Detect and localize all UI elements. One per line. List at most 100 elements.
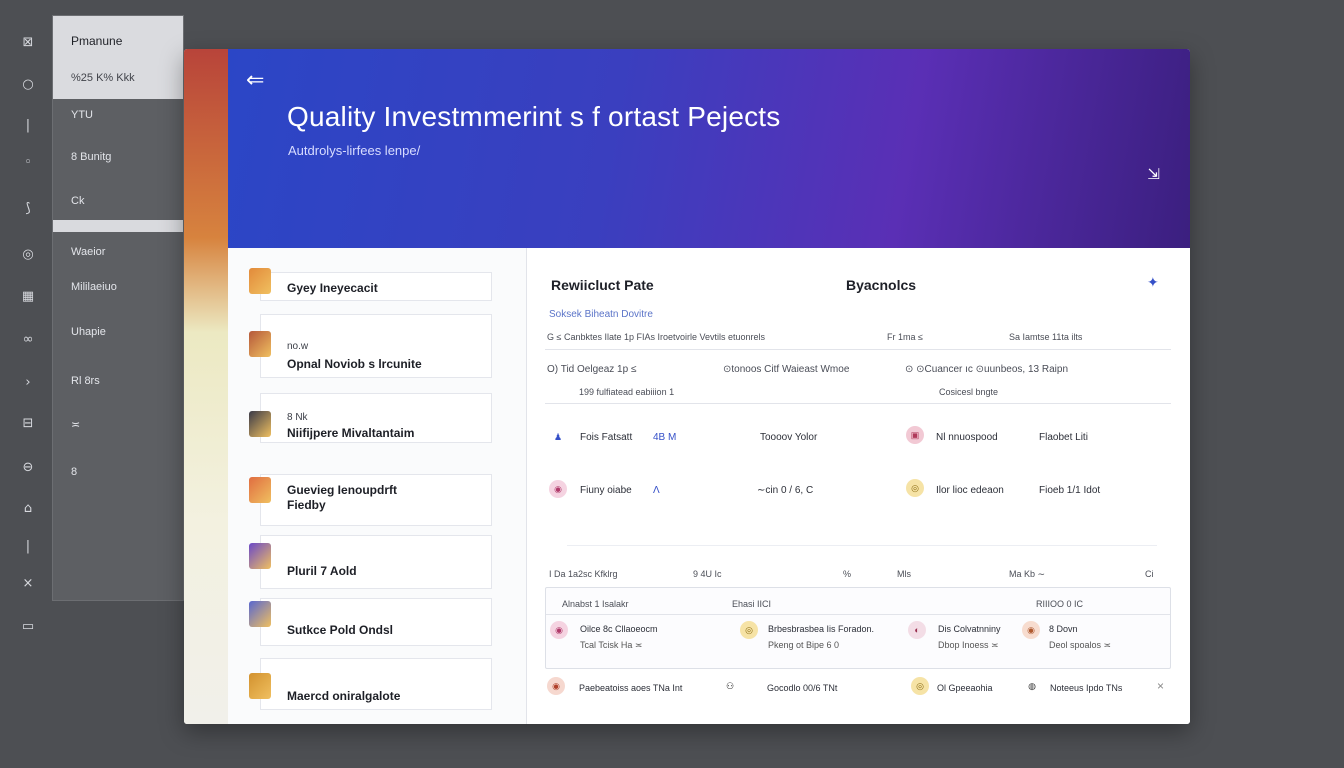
card-text: Dis Colvatnniny xyxy=(938,624,1001,634)
card-text: Brbesbrasbea Iis Foradon. xyxy=(768,624,875,634)
record-icon: ◐ xyxy=(908,621,926,639)
project-meta: Fiedby xyxy=(287,498,326,512)
project-thumbnail xyxy=(249,268,271,294)
summary-item[interactable]: Noteeus Ipdo TNs xyxy=(1050,683,1122,693)
summary-item[interactable]: Paebeatoiss aoes TNa Int xyxy=(579,683,682,693)
card-text: Deol spoalos ≍ xyxy=(1049,640,1112,650)
column-header: Sa Iamtse 11ta ilts xyxy=(1009,332,1083,342)
legend-item: % xyxy=(843,569,852,579)
summary-item[interactable]: Gocodlo 00/6 TNt xyxy=(767,683,837,693)
divider xyxy=(545,403,1171,404)
project-meta: no.w xyxy=(287,341,309,352)
owl-icon: ⚇ xyxy=(725,680,735,691)
menu-divider xyxy=(53,220,183,232)
card-text: Oilce 8c Cllaoeocm xyxy=(580,624,658,634)
expand-icon[interactable]: ⇲ xyxy=(1147,165,1160,183)
menu-header-title: Pmanune xyxy=(71,34,123,48)
project-title: Sutkce Pold Ondsl xyxy=(287,623,394,637)
chart-icon[interactable]: ⊟ xyxy=(14,409,42,437)
legend-item: Ma Kb ∼ xyxy=(1009,569,1046,579)
project-thumbnail xyxy=(249,673,271,699)
column-header: Fr 1ma ≤ xyxy=(887,332,923,342)
project-thumbnail xyxy=(249,331,271,357)
card-icon[interactable]: ▭ xyxy=(14,612,42,640)
project-item[interactable]: Maercd oniralgalote xyxy=(249,658,492,710)
row-cell: Toooov Yolor xyxy=(760,432,818,443)
column-header: G ≤ Canbktes Ilate 1p FIAs Iroetvoirle V… xyxy=(547,332,766,342)
pen-icon[interactable]: ⟆ xyxy=(14,194,42,222)
clip-icon[interactable]: ⌂ xyxy=(14,494,42,522)
icon-rail: ⊠ ○ | ◦ ⟆ ◎ ▦ ∞ › ⊟ ⊖ ⌂ | × ▭ xyxy=(0,0,54,768)
project-detail-panel: Rewiicluct Pate Byacnolcs ✦ Soksek Bihea… xyxy=(527,248,1190,724)
summary-card: Alnabst 1 Isalakr Ehasi IICI RIIIOO 0 IC… xyxy=(545,587,1171,669)
main-window: ⇐ Quality Investmmerint s f ortast Pejec… xyxy=(184,49,1190,724)
summary-text: O) Tid Oelgeaz 1p ≤ xyxy=(547,364,637,375)
project-item[interactable]: Pluril 7 Aold xyxy=(249,535,492,589)
project-title: Opnal Noviob s lrcunite xyxy=(287,357,422,371)
sparkle-icon[interactable]: ✦ xyxy=(1147,274,1159,291)
close-icon[interactable]: × xyxy=(1157,679,1164,693)
avatar: ◉ xyxy=(1022,621,1040,639)
row-cell: ∼cin 0 / 6, C xyxy=(757,485,814,496)
clock-icon[interactable]: ⊖ xyxy=(14,453,42,481)
summary-text[interactable]: ⊙ ⊙Cuancer ıc ⊙uunbeos, 13 Raipn xyxy=(905,364,1068,375)
project-meta: 8 Nk xyxy=(287,412,308,423)
project-item[interactable]: 8 Nk Niifijpere Mivaltantaim xyxy=(249,393,492,443)
window-color-strip xyxy=(184,49,228,724)
legend-item: Ci xyxy=(1145,569,1154,579)
legend-item: I Da 1a2sc Kfklrg xyxy=(549,569,618,579)
menu-item-9[interactable]: 8 xyxy=(53,466,183,478)
chevron-right-icon[interactable]: › xyxy=(14,368,42,396)
summary-note: 199 fulfiatead eabiiion 1 xyxy=(579,387,675,397)
page-title: Quality Investmmerint s f ortast Pejects xyxy=(287,101,781,132)
legend-item: Mls xyxy=(897,569,911,579)
row-cell: 4B M xyxy=(653,432,677,443)
divider xyxy=(567,545,1157,546)
row-cell: Flaobet Liti xyxy=(1039,432,1088,443)
summary-text[interactable]: ⊙tonoos Citf Waieast Wmoe xyxy=(723,364,849,375)
row-cell: Λ xyxy=(653,485,660,496)
menu-item-1[interactable]: YTU xyxy=(53,109,183,121)
menu-item-4[interactable]: Waeior xyxy=(53,246,183,258)
menu-item-6[interactable]: Uhapie xyxy=(53,326,183,338)
menu-item-7[interactable]: Rl 8rs xyxy=(53,375,183,387)
bookmark-icon[interactable]: ⊠ xyxy=(14,28,42,56)
tag-icon: ▣ xyxy=(906,426,924,444)
back-arrow-icon[interactable]: ⇐ xyxy=(246,67,264,93)
row-cell: Nl nnuospood xyxy=(936,432,998,443)
project-thumbnail xyxy=(249,411,271,437)
grid-icon[interactable]: ▦ xyxy=(14,282,42,310)
glasses-icon[interactable]: ∞ xyxy=(14,325,42,353)
bottom-summary-row: ◉ Paebeatoiss aoes TNa Int ⚇ Gocodlo 00/… xyxy=(545,673,1175,703)
project-thumbnail xyxy=(249,543,271,569)
search-icon[interactable]: ○ xyxy=(14,70,42,98)
pipe-icon[interactable]: | xyxy=(14,111,42,139)
close-icon[interactable]: × xyxy=(14,569,42,597)
project-item[interactable]: no.w Opnal Noviob s lrcunite xyxy=(249,314,492,378)
menu-item-3[interactable]: Ck xyxy=(53,195,183,207)
project-title: Maercd oniralgalote xyxy=(287,689,401,703)
coin-icon: ◎ xyxy=(906,479,924,497)
divider xyxy=(545,349,1171,350)
panel-link[interactable]: Soksek Biheatn Dovitre xyxy=(549,309,653,320)
page-subtitle: Autdrolys-lirfees lenpe/ xyxy=(288,143,421,158)
card-text: Dbop Inoess ≍ xyxy=(938,640,999,650)
project-item[interactable]: Sutkce Pold Ondsl xyxy=(249,598,492,646)
card-header: Alnabst 1 Isalakr xyxy=(562,599,629,609)
summary-item[interactable]: Ol Gpeeaohia xyxy=(937,683,993,693)
menu-header[interactable]: Pmanune %25 K% Kkk xyxy=(53,16,183,99)
row-cell: Fioeb 1/1 Idot xyxy=(1039,485,1101,496)
project-title: Gyey Ineyecacit xyxy=(287,281,378,295)
project-item[interactable]: Gyey Ineyecacit xyxy=(249,268,492,301)
avatar: ◉ xyxy=(549,480,567,498)
user-icon: ♟ xyxy=(553,431,563,442)
project-item[interactable]: Guevieg Ienoupdrft Fiedby xyxy=(249,474,492,526)
menu-item-2[interactable]: 8 Bunitg xyxy=(53,151,183,163)
panel-title-secondary[interactable]: Byacnolcs xyxy=(846,277,916,293)
circle-icon[interactable]: ◦ xyxy=(14,148,42,176)
menu-item-8[interactable]: ≍ xyxy=(53,418,183,431)
eye-icon[interactable]: ◎ xyxy=(14,240,42,268)
line-icon[interactable]: | xyxy=(14,532,42,560)
project-title: Guevieg Ienoupdrft xyxy=(287,483,398,497)
menu-item-5[interactable]: Mililaeiuo xyxy=(53,281,183,293)
